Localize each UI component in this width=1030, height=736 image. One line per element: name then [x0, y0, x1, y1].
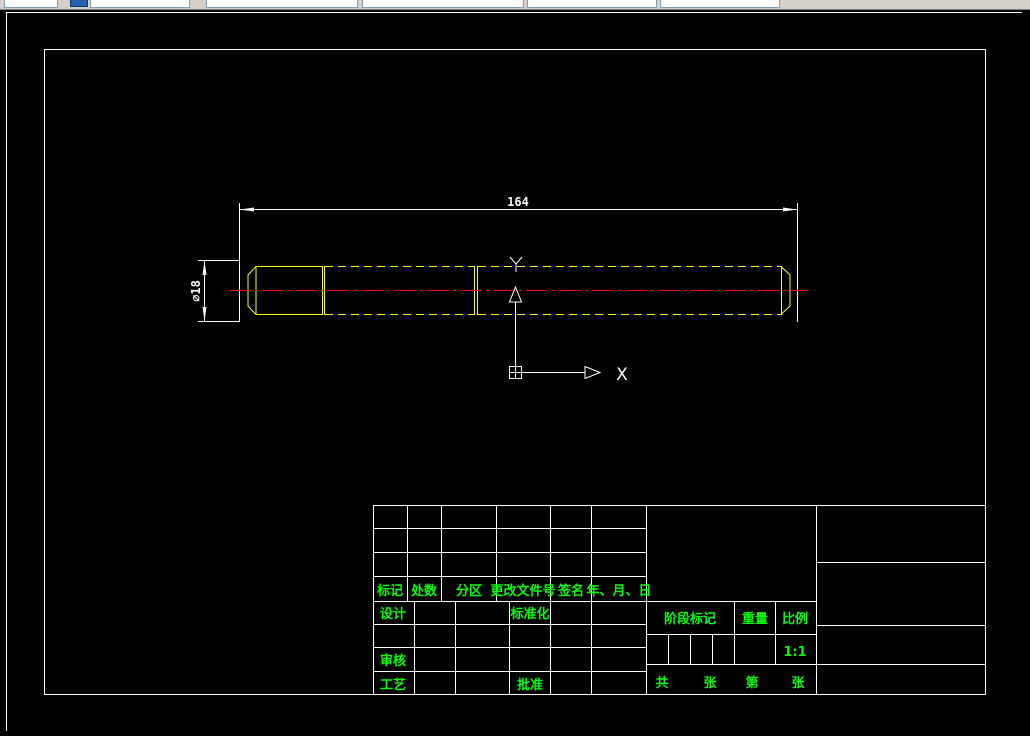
scale-value: 1:1 [783, 645, 806, 660]
review-label: 审核 [380, 653, 406, 669]
total-label: 共 [655, 675, 668, 691]
title-block [373, 505, 986, 695]
header-date: 年、月、日 [586, 583, 651, 599]
approve-label: 批准 [517, 677, 543, 693]
header-zone: 分区 [456, 583, 482, 599]
length-dimension-text: 164 [507, 195, 529, 209]
drawing-canvas[interactable]: 164 ⌀18 X 标记 处数 分区 更改文件号 签名 年、月、日 设计 标准化… [0, 0, 1030, 736]
length-dimension: 164 [239, 195, 798, 322]
design-label: 设计 [380, 606, 406, 622]
header-signature: 签名 [557, 583, 584, 599]
ucs-x-label: X [616, 365, 628, 385]
process-label: 工艺 [380, 677, 406, 693]
stage-mark-label: 阶段标记 [664, 611, 716, 627]
sheets2-label: 张 [791, 676, 805, 691]
header-count: 处数 [410, 583, 438, 599]
sheet-no-label: 第 [745, 675, 758, 691]
weight-label: 重量 [742, 611, 768, 627]
header-change-doc: 更改文件号 [490, 583, 555, 599]
header-mark: 标记 [376, 583, 403, 599]
scale-label: 比例 [782, 611, 808, 627]
standardization-label: 标准化 [509, 606, 549, 622]
diameter-dimension-text: ⌀18 [189, 280, 203, 302]
ucs-icon [508, 256, 602, 380]
sheets-label: 张 [703, 676, 717, 691]
